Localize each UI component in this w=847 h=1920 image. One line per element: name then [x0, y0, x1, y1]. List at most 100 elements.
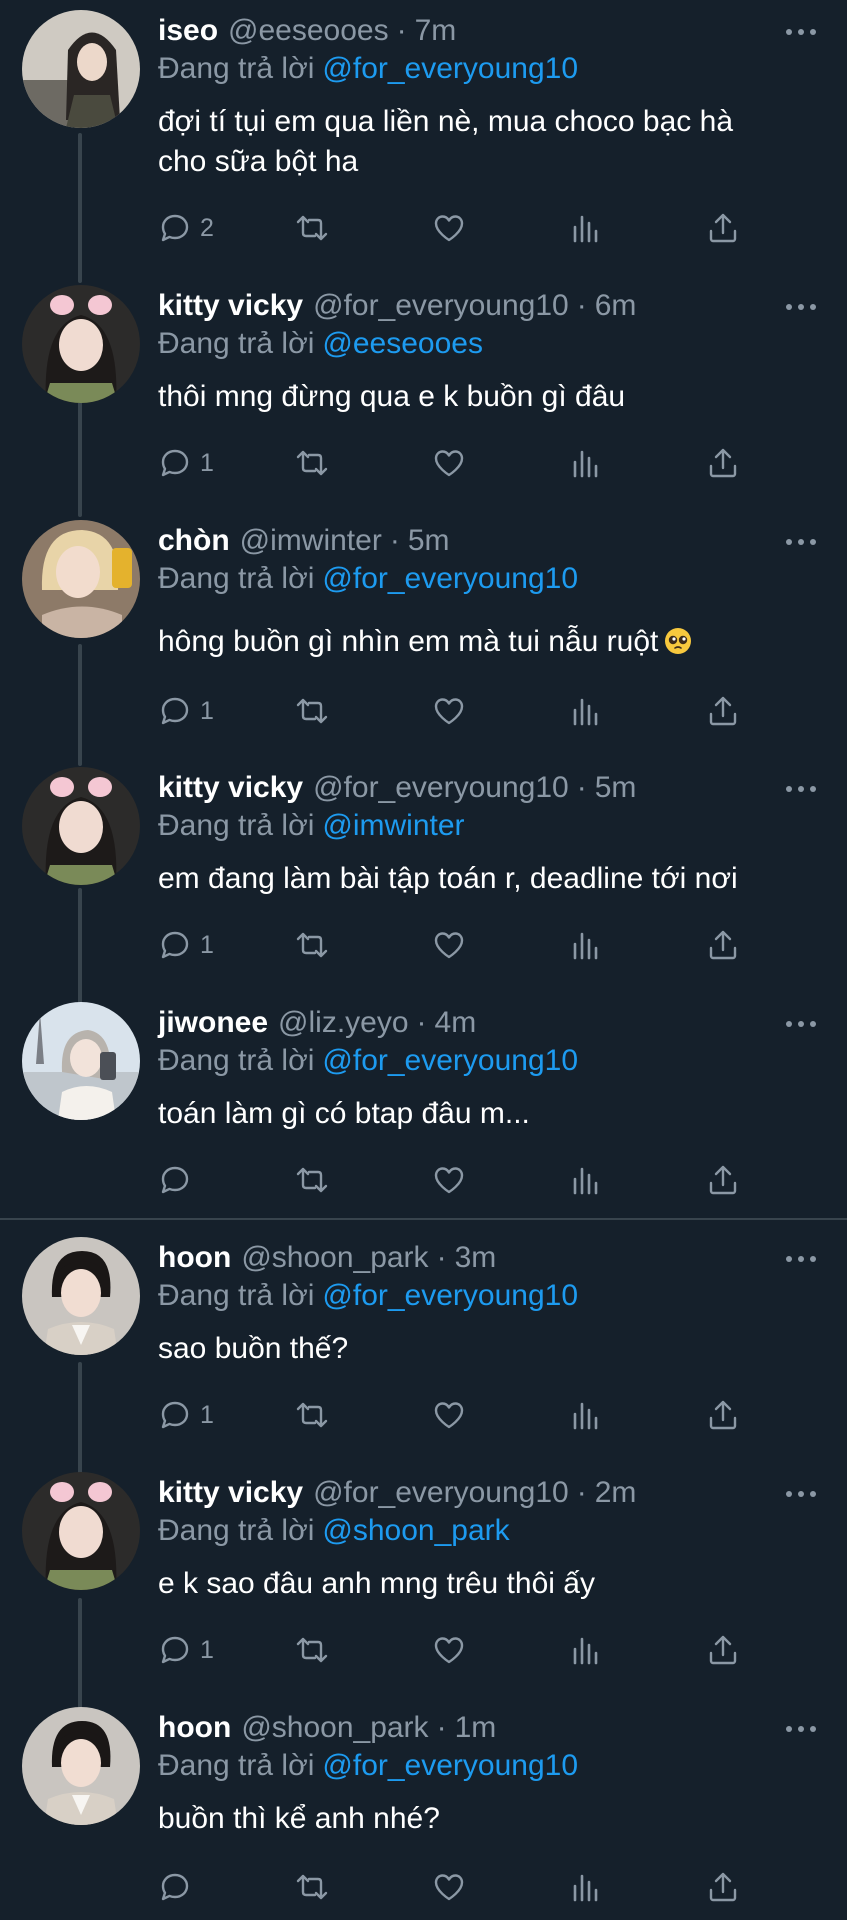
retweet-button[interactable]: [295, 443, 329, 483]
mention-link[interactable]: @eeseooes: [322, 327, 483, 360]
share-button[interactable]: [706, 1395, 740, 1435]
share-button[interactable]: [706, 1160, 740, 1200]
retweet-button[interactable]: [295, 1630, 329, 1670]
avatar[interactable]: [22, 520, 140, 638]
views-button[interactable]: [569, 1630, 603, 1670]
tweet[interactable]: kitty vicky @for_everyoung10 · 5m Đang t…: [0, 757, 847, 992]
like-button[interactable]: [432, 1867, 466, 1907]
more-options-icon[interactable]: [783, 293, 819, 321]
reply-button[interactable]: 2: [158, 208, 214, 248]
avatar[interactable]: [22, 1002, 140, 1120]
timestamp[interactable]: 3m: [455, 1241, 497, 1275]
more-options-icon[interactable]: [783, 18, 819, 46]
mention-link[interactable]: @for_everyoung10: [322, 1044, 578, 1077]
avatar[interactable]: [22, 10, 140, 128]
reply-button[interactable]: 1: [158, 1395, 214, 1435]
reply-button[interactable]: 1: [158, 1630, 214, 1670]
like-button[interactable]: [432, 443, 466, 483]
more-options-icon[interactable]: [783, 1245, 819, 1273]
author-handle[interactable]: @imwinter: [240, 524, 382, 558]
author-handle[interactable]: @for_everyoung10: [313, 1476, 569, 1510]
avatar[interactable]: [22, 1237, 140, 1355]
views-button[interactable]: [569, 1867, 603, 1907]
author-name[interactable]: hoon: [158, 1711, 231, 1745]
share-button[interactable]: [706, 443, 740, 483]
timestamp[interactable]: 7m: [415, 14, 457, 48]
timestamp[interactable]: 6m: [595, 289, 637, 323]
more-options-icon[interactable]: [783, 1480, 819, 1508]
author-handle[interactable]: @for_everyoung10: [313, 289, 569, 323]
timestamp[interactable]: 2m: [595, 1476, 637, 1510]
author-name[interactable]: kitty vicky: [158, 289, 303, 323]
tweet[interactable]: hoon @shoon_park · 3m Đang trả lời @for_e…: [0, 1227, 847, 1462]
more-options-icon[interactable]: [783, 1715, 819, 1743]
mention-link[interactable]: @imwinter: [322, 809, 464, 842]
author-handle[interactable]: @liz.yeyo: [278, 1006, 409, 1040]
tweet[interactable]: iseo @eeseooes · 7m Đang trả lời @for_eve…: [0, 0, 847, 275]
views-button[interactable]: [569, 443, 603, 483]
views-button[interactable]: [569, 925, 603, 965]
tweet[interactable]: kitty vicky @for_everyoung10 · 2m Đang t…: [0, 1462, 847, 1697]
reply-button[interactable]: 1: [158, 925, 214, 965]
avatar[interactable]: [22, 285, 140, 403]
share-button[interactable]: [706, 208, 740, 248]
like-button[interactable]: [432, 691, 466, 731]
reply-button[interactable]: 1: [158, 443, 214, 483]
views-button[interactable]: [569, 1160, 603, 1200]
timestamp[interactable]: 1m: [455, 1711, 497, 1745]
reply-button[interactable]: [158, 1160, 192, 1200]
timestamp[interactable]: 4m: [435, 1006, 477, 1040]
views-icon: [569, 446, 603, 480]
like-button[interactable]: [432, 1630, 466, 1670]
tweet[interactable]: hoon @shoon_park · 1m Đang trả lời @for_e…: [0, 1697, 847, 1920]
like-button[interactable]: [432, 925, 466, 965]
retweet-button[interactable]: [295, 1867, 329, 1907]
separator-dot: ·: [436, 1711, 447, 1744]
retweet-button[interactable]: [295, 208, 329, 248]
replying-to: Đang trả lời @eeseooes: [158, 327, 483, 361]
avatar[interactable]: [22, 1707, 140, 1825]
like-button[interactable]: [432, 1160, 466, 1200]
retweet-button[interactable]: [295, 925, 329, 965]
author-name[interactable]: chòn: [158, 524, 230, 558]
mention-link[interactable]: @for_everyoung10: [322, 52, 578, 85]
author-handle[interactable]: @eeseooes: [228, 14, 389, 48]
like-button[interactable]: [432, 1395, 466, 1435]
retweet-button[interactable]: [295, 1160, 329, 1200]
views-button[interactable]: [569, 691, 603, 731]
author-name[interactable]: kitty vicky: [158, 771, 303, 805]
separator-dot: ·: [416, 1006, 427, 1039]
mention-link[interactable]: @shoon_park: [322, 1514, 509, 1547]
reply-button[interactable]: 1: [158, 691, 214, 731]
more-options-icon[interactable]: [783, 775, 819, 803]
share-button[interactable]: [706, 1630, 740, 1670]
more-options-icon[interactable]: [783, 1010, 819, 1038]
share-button[interactable]: [706, 691, 740, 731]
timestamp[interactable]: 5m: [595, 771, 637, 805]
author-handle[interactable]: @shoon_park: [241, 1711, 428, 1745]
avatar[interactable]: [22, 767, 140, 885]
retweet-button[interactable]: [295, 1395, 329, 1435]
avatar[interactable]: [22, 1472, 140, 1590]
tweet[interactable]: chòn @imwinter · 5m Đang trả lời @for_eve…: [0, 510, 847, 757]
mention-link[interactable]: @for_everyoung10: [322, 562, 578, 595]
tweet[interactable]: jiwonee @liz.yeyo · 4m Đang trả lời @for_…: [0, 992, 847, 1219]
reply-button[interactable]: [158, 1867, 192, 1907]
share-button[interactable]: [706, 925, 740, 965]
author-name[interactable]: jiwonee: [158, 1006, 268, 1040]
timestamp[interactable]: 5m: [408, 524, 450, 558]
mention-link[interactable]: @for_everyoung10: [322, 1749, 578, 1782]
author-name[interactable]: kitty vicky: [158, 1476, 303, 1510]
like-button[interactable]: [432, 208, 466, 248]
retweet-button[interactable]: [295, 691, 329, 731]
author-handle[interactable]: @for_everyoung10: [313, 771, 569, 805]
views-button[interactable]: [569, 208, 603, 248]
tweet[interactable]: kitty vicky @for_everyoung10 · 6m Đang t…: [0, 275, 847, 510]
share-button[interactable]: [706, 1867, 740, 1907]
mention-link[interactable]: @for_everyoung10: [322, 1279, 578, 1312]
author-name[interactable]: hoon: [158, 1241, 231, 1275]
author-name[interactable]: iseo: [158, 14, 218, 48]
more-options-icon[interactable]: [783, 528, 819, 556]
author-handle[interactable]: @shoon_park: [241, 1241, 428, 1275]
views-button[interactable]: [569, 1395, 603, 1435]
